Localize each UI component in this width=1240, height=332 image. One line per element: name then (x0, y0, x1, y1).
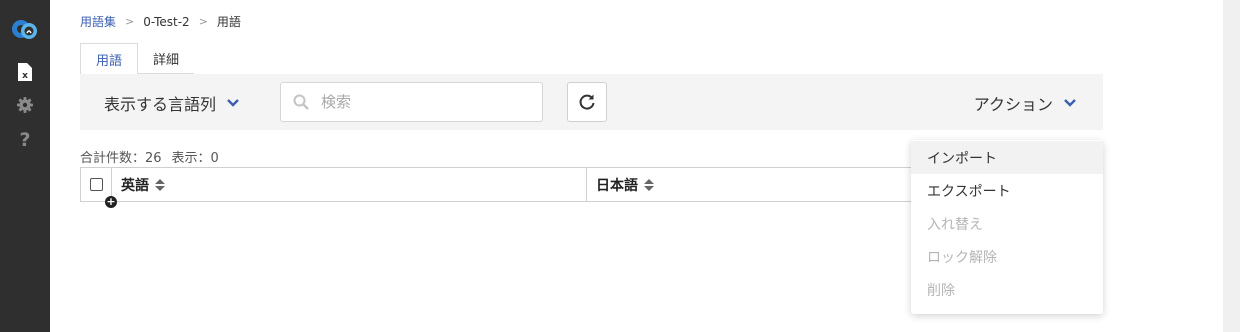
sort-icon[interactable] (155, 178, 165, 191)
vertical-scrollbar[interactable] (1223, 0, 1240, 332)
chevron-down-icon (1064, 99, 1076, 107)
sort-icon[interactable] (644, 178, 654, 191)
search-box[interactable] (280, 82, 543, 122)
file-excel-icon[interactable]: x (0, 63, 50, 81)
tab-details[interactable]: 詳細 (138, 43, 195, 74)
column-english-label: 英語 (121, 177, 149, 194)
breadcrumb-glossary-name[interactable]: 0-Test-2 (143, 15, 189, 29)
tab-terms[interactable]: 用語 (80, 43, 139, 74)
language-columns-dropdown[interactable]: 表示する言語列 (104, 91, 240, 115)
menu-item-delete: 削除 (927, 282, 955, 299)
select-all-checkbox[interactable] (89, 178, 103, 191)
total-count: 合計件数：26 (80, 151, 162, 166)
help-glyph: ? (19, 129, 31, 151)
breadcrumb-separator: > (125, 15, 135, 28)
refresh-button[interactable] (567, 82, 607, 122)
tab-bar: 用語 詳細 (80, 43, 195, 74)
breadcrumb: 用語集 > 0-Test-2 > 用語 (80, 13, 241, 30)
shown-count: 表示：0 (171, 151, 219, 166)
search-icon (293, 94, 309, 110)
add-column-icon[interactable]: + (105, 196, 117, 208)
action-dropdown[interactable]: アクション (974, 91, 1077, 115)
excel-glyph: x (22, 71, 28, 81)
menu-item-swap: 入れ替え (927, 216, 983, 233)
language-columns-label: 表示する言語列 (104, 95, 217, 114)
refresh-icon (579, 94, 595, 110)
menu-item-export[interactable]: エクスポート (911, 174, 1103, 207)
action-label: アクション (973, 95, 1053, 114)
logo-icon[interactable] (0, 16, 50, 44)
menu-item-unlock: ロック解除 (927, 249, 997, 266)
toolbar: 表示する言語列 アクション (80, 74, 1103, 130)
question-icon[interactable]: ? (0, 128, 50, 152)
search-input[interactable] (321, 93, 521, 111)
action-menu: インポート エクスポート 入れ替え ロック解除 削除 (911, 140, 1103, 314)
breadcrumb-current: 用語 (216, 15, 241, 29)
record-counts: 合計件数：26 表示：0 (80, 147, 219, 166)
menu-item-import[interactable]: インポート (911, 141, 1103, 174)
chevron-down-icon (227, 99, 239, 107)
breadcrumb-glossary-link[interactable]: 用語集 (80, 13, 116, 30)
sidebar: x ? (0, 0, 50, 332)
column-header-english[interactable]: 英語 (112, 168, 587, 201)
gear-icon[interactable] (0, 97, 50, 113)
column-japanese-label: 日本語 (596, 177, 638, 194)
breadcrumb-separator: > (198, 15, 208, 28)
